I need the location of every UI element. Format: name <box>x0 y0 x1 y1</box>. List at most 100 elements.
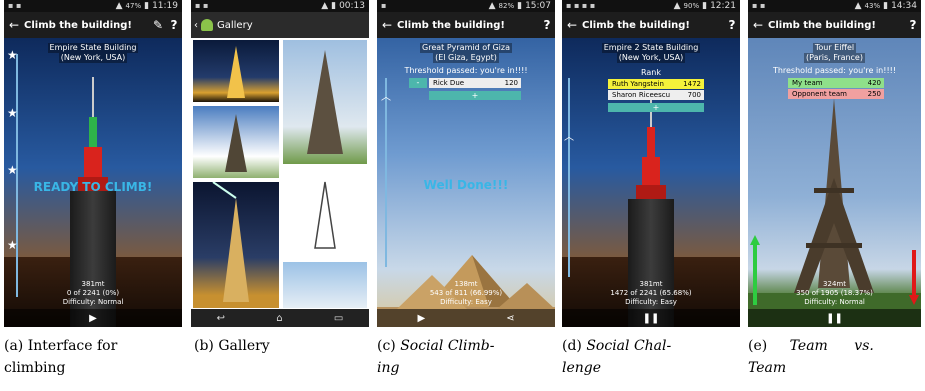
back-arrow-icon[interactable]: ← <box>377 18 397 32</box>
status-bar: ▪ ▪ ▲ 47% ▮ 11:19 <box>4 0 182 12</box>
star-icon: ★ <box>7 106 18 120</box>
gallery-grid <box>191 38 369 309</box>
place-name: Tour Eiffel <box>812 43 857 53</box>
stat-progress: 350 of 1905 (18.37%) <box>796 289 873 297</box>
pause-icon[interactable]: ❚❚ <box>643 313 660 324</box>
chevron-up-icon: ︿ <box>381 92 391 103</box>
team-name: My team <box>792 79 823 87</box>
status-time: 14:34 <box>891 1 917 11</box>
notification-icons: ▪ ▪ <box>752 1 766 10</box>
nav-recents-icon[interactable]: ▭ <box>334 313 343 324</box>
climb-progress-track <box>385 78 387 267</box>
caption-tag: (c) <box>377 338 396 354</box>
well-done-message: Well Done!!! <box>423 178 509 192</box>
battery-icon: ▮ <box>331 1 337 11</box>
battery-level: 82% <box>498 2 515 10</box>
rank-label: Rank <box>641 68 661 77</box>
plus-button[interactable]: + <box>429 91 521 100</box>
stat-progress: 0 of 2241 (0%) <box>66 289 120 297</box>
player-row: Rick Due 120 <box>429 78 521 88</box>
caption-text: Social Chal- <box>586 338 672 354</box>
notification-icons: ▪ ▪ <box>8 1 22 10</box>
status-bar: ▪ ▪ ▲ 43% ▮ 14:34 <box>748 0 921 12</box>
caption-text: Team <box>789 338 828 354</box>
status-time: 15:07 <box>525 1 551 11</box>
app-title: Gallery <box>217 19 253 31</box>
signal-icon: ▲ <box>321 1 329 11</box>
back-arrow-icon[interactable]: ← <box>4 18 24 32</box>
help-button[interactable]: ? <box>905 18 921 32</box>
stat-height: 138mt <box>454 280 478 288</box>
nav-back-icon[interactable]: ↩ <box>217 313 225 324</box>
caption-tag: (b) <box>194 338 214 354</box>
stat-height: 324mt <box>823 280 846 288</box>
caption-interface: (a) Interface for climbing <box>4 335 188 379</box>
gallery-image[interactable] <box>283 262 367 308</box>
building-scene: ★ ★ ★ ★ Empire State Building (New York,… <box>4 38 182 327</box>
help-button[interactable]: ? <box>539 18 555 32</box>
share-icon[interactable]: ⋖ <box>506 313 514 324</box>
screen-interface: ▪ ▪ ▲ 47% ▮ 11:19 ← Climb the building! … <box>4 0 182 327</box>
place-location: (El Giza, Egypt) <box>433 53 499 63</box>
battery-level: 47% <box>125 2 142 10</box>
team-row: Opponent team 250 <box>788 89 884 99</box>
star-icon: ★ <box>7 163 18 177</box>
screen-team-vs-team: ▪ ▪ ▲ 43% ▮ 14:34 ← Climb the building! … <box>748 0 921 327</box>
signal-icon: ▲ <box>488 1 496 11</box>
place-location: (Paris, France) <box>804 53 865 63</box>
stat-progress: 543 of 811 (66.99%) <box>429 289 503 297</box>
play-icon[interactable]: ▶ <box>417 313 425 324</box>
battery-icon: ▮ <box>702 1 708 11</box>
caption-gallery: (b) Gallery <box>194 335 374 357</box>
place-label: Great Pyramid of Giza (El Giza, Egypt) <box>377 43 555 63</box>
gallery-image[interactable] <box>193 40 279 102</box>
nav-home-icon[interactable]: ⌂ <box>276 313 282 324</box>
control-bar: ❚❚ <box>562 309 740 327</box>
help-button[interactable]: ? <box>166 18 182 32</box>
signal-icon: ▲ <box>115 1 123 11</box>
control-bar: ❚❚ <box>748 309 921 327</box>
caption-text: Team <box>748 360 787 376</box>
caption-text: climbing <box>4 360 66 376</box>
caption-tag: (e) <box>748 338 768 354</box>
team-name: Opponent team <box>792 90 847 98</box>
caption-text: Gallery <box>218 338 270 354</box>
caption-text: ing <box>377 360 400 376</box>
minus-button[interactable]: - <box>409 78 427 88</box>
ranking-score: 1472 <box>683 80 701 88</box>
pencil-icon[interactable]: ✎ <box>150 18 166 32</box>
status-bar: ▪ ▲ 82% ▮ 15:07 <box>377 0 555 12</box>
pause-icon[interactable]: ❚❚ <box>826 313 843 324</box>
place-name: Empire 2 State Building <box>601 43 701 53</box>
status-time: 00:13 <box>339 1 365 11</box>
gallery-image[interactable] <box>193 106 279 178</box>
plus-button[interactable]: + <box>608 103 704 112</box>
app-title: Climb the building! <box>768 19 876 31</box>
screen-social-climbing: ▪ ▲ 82% ▮ 15:07 ← Climb the building! ? … <box>377 0 555 327</box>
player-name: Rick Due <box>433 79 465 87</box>
status-bar: ▪ ▪ ▲ ▮ 00:13 <box>191 0 369 12</box>
control-bar: ▶ <box>4 309 182 327</box>
team-score: 420 <box>867 79 881 87</box>
back-arrow-icon[interactable]: ← <box>562 18 582 32</box>
screen-gallery: ▪ ▪ ▲ ▮ 00:13 ‹ Gallery ↩ ⌂ ▭ <box>191 0 369 327</box>
back-arrow-icon[interactable]: ← <box>748 18 768 32</box>
gallery-image[interactable] <box>283 40 367 164</box>
signal-icon: ▲ <box>673 1 681 11</box>
back-arrow-icon[interactable]: ‹ <box>191 20 201 31</box>
app-title: Climb the building! <box>24 19 132 31</box>
building-scene: ︿ Empire 2 State Building (New York, USA… <box>562 38 740 327</box>
system-nav-bar: ↩ ⌂ ▭ <box>191 309 369 327</box>
help-button[interactable]: ? <box>724 18 740 32</box>
status-bar: ▪ ▪ ▪ ▪ ▲ 90% ▮ 12:21 <box>562 0 740 12</box>
gallery-image[interactable] <box>283 168 367 258</box>
team-row: My team 420 <box>788 78 884 88</box>
android-icon <box>201 19 213 31</box>
caption-social-challenge: (d) Social Chal- lenge <box>562 335 746 379</box>
notification-icons: ▪ ▪ <box>195 1 209 10</box>
app-bar: ‹ Gallery <box>191 12 369 38</box>
caption-tag: (d) <box>562 338 582 354</box>
gallery-image[interactable] <box>193 182 279 308</box>
place-label: Empire State Building (New York, USA) <box>4 43 182 63</box>
play-icon[interactable]: ▶ <box>89 313 97 324</box>
